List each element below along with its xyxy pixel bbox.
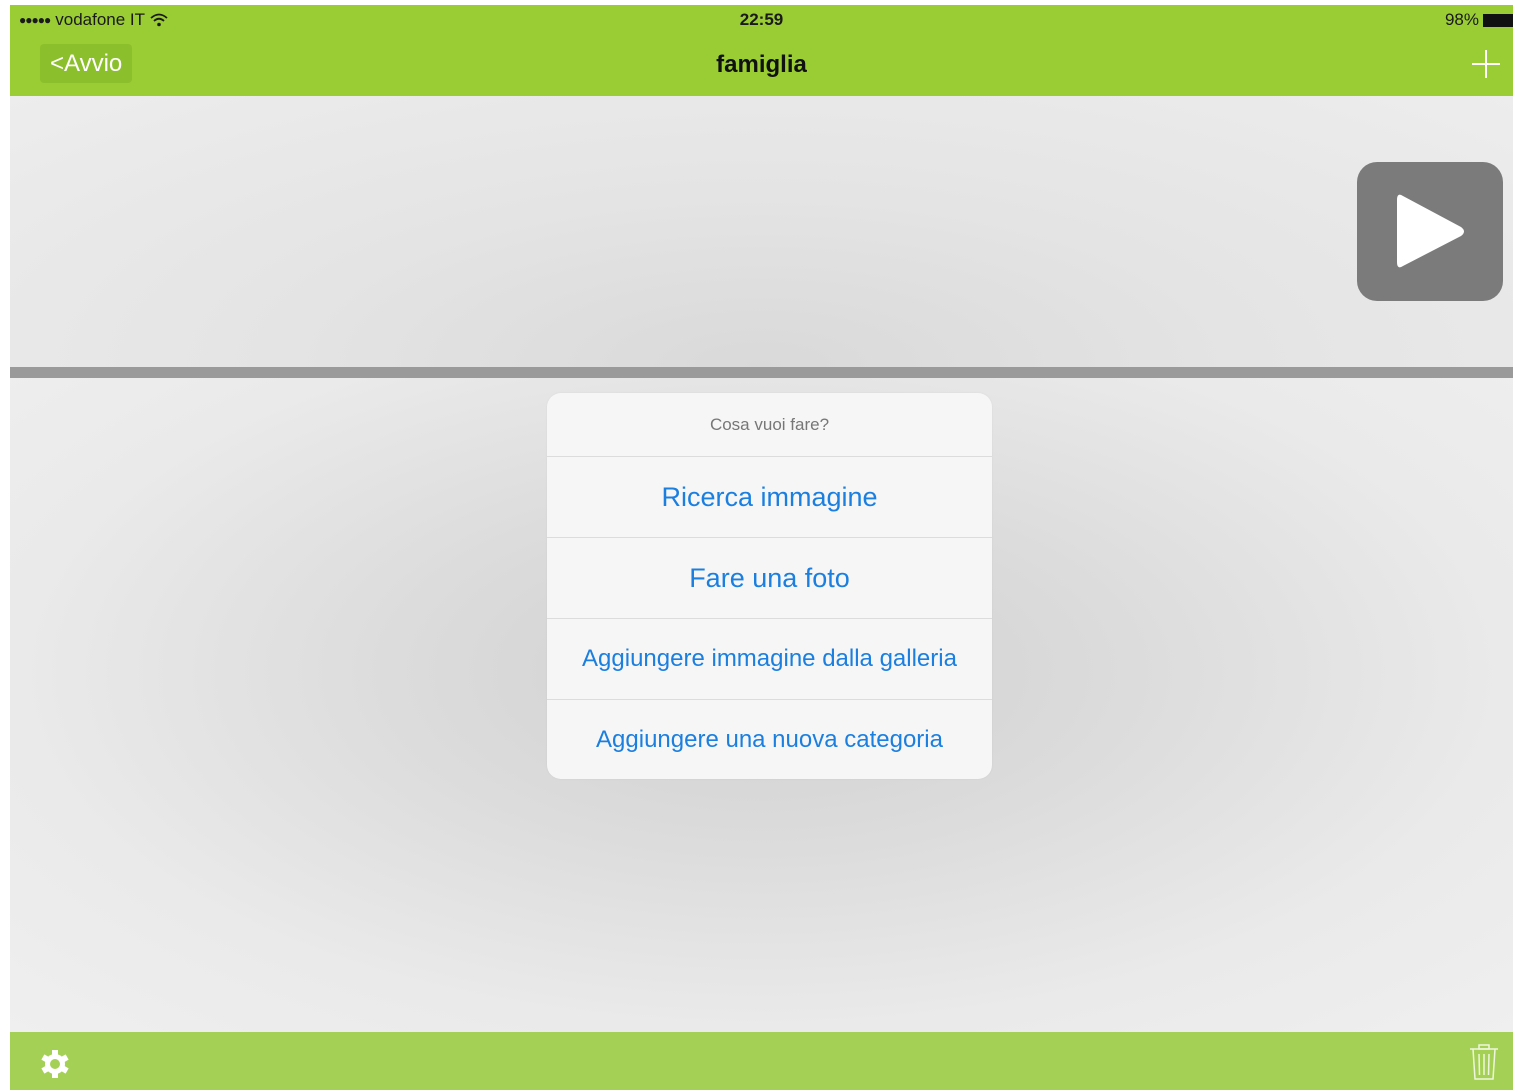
- search-image-option[interactable]: Ricerca immagine: [547, 457, 992, 538]
- sentence-strip: [10, 96, 1513, 367]
- trash-icon[interactable]: [1467, 1042, 1501, 1082]
- page-title: famiglia: [716, 51, 807, 78]
- take-photo-option[interactable]: Fare una foto: [547, 538, 992, 619]
- battery-indicator: 98%: [1445, 10, 1513, 30]
- play-button[interactable]: [1357, 162, 1503, 301]
- action-sheet: Cosa vuoi fare? Ricerca immagine Fare un…: [547, 393, 992, 779]
- status-bar: ●●●●● vodafone IT 22:59 98%: [10, 5, 1513, 35]
- divider: [10, 367, 1513, 378]
- navigation-bar: <Avvio famiglia: [10, 37, 1513, 96]
- app-screen: ●●●●● vodafone IT 22:59 98% <Avvio famig…: [10, 5, 1513, 1090]
- add-category-option[interactable]: Aggiungere una nuova categoria: [547, 700, 992, 779]
- battery-percent: 98%: [1444, 10, 1479, 29]
- add-from-gallery-option[interactable]: Aggiungere immagine dalla galleria: [547, 619, 992, 700]
- play-icon: [1397, 194, 1464, 268]
- action-sheet-title: Cosa vuoi fare?: [547, 393, 992, 457]
- plus-icon[interactable]: [1469, 47, 1503, 81]
- status-time: 22:59: [739, 10, 784, 29]
- bottom-toolbar: [10, 1032, 1513, 1090]
- battery-icon: [1483, 13, 1513, 27]
- header-bar: ●●●●● vodafone IT 22:59 98% <Avvio famig…: [10, 5, 1513, 96]
- gear-icon[interactable]: [38, 1047, 72, 1081]
